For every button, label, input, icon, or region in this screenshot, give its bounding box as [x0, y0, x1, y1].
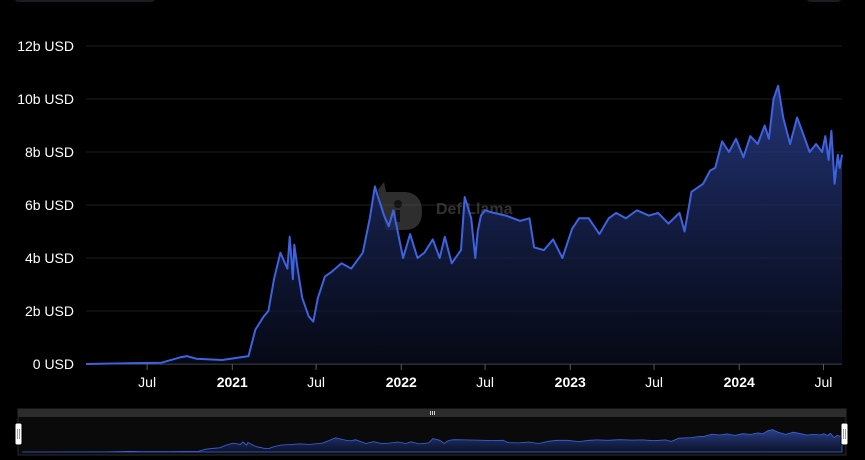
- tvl-area-fill: [86, 86, 842, 364]
- brush-left-handle[interactable]: [15, 423, 22, 445]
- x-tick-label: Jul: [645, 374, 663, 390]
- y-tick-label: 12b USD: [17, 38, 74, 54]
- x-tick-label: Jul: [815, 374, 833, 390]
- top-toolbar-pill-right[interactable]: [806, 0, 842, 2]
- tvl-chart: 0 USD 2b USD 4b USD 6b USD 8b USD 10b USD 12b …: [0, 0, 865, 460]
- x-tick-label: Jul: [307, 374, 325, 390]
- brush-right-handle[interactable]: [841, 423, 848, 445]
- grip-dots-icon[interactable]: [430, 411, 435, 415]
- y-axis: 0 USD 2b USD 4b USD 6b USD 8b USD 10b USD 12b …: [17, 38, 74, 372]
- grip-icon[interactable]: [15, 423, 22, 445]
- y-tick-label: 6b USD: [25, 197, 74, 213]
- grip-icon[interactable]: [841, 423, 848, 445]
- x-tick-label: 2023: [555, 374, 586, 390]
- x-tick-label: Jul: [476, 374, 494, 390]
- x-tick-label: 2024: [724, 374, 755, 390]
- x-tick-label: Jul: [138, 374, 156, 390]
- y-tick-label: 2b USD: [25, 303, 74, 319]
- plot-area: [86, 86, 842, 364]
- y-tick-label: 10b USD: [17, 91, 74, 107]
- x-axis: Jul 2021 Jul 2022 Jul 2023 Jul 2024 Jul: [138, 364, 832, 390]
- range-brush[interactable]: [15, 409, 848, 455]
- x-tick-label: 2022: [386, 374, 417, 390]
- y-tick-label: 0 USD: [33, 356, 74, 372]
- y-tick-label: 4b USD: [25, 250, 74, 266]
- top-toolbar-pill-left[interactable]: [14, 0, 156, 2]
- y-tick-label: 8b USD: [25, 144, 74, 160]
- x-tick-label: 2021: [217, 374, 248, 390]
